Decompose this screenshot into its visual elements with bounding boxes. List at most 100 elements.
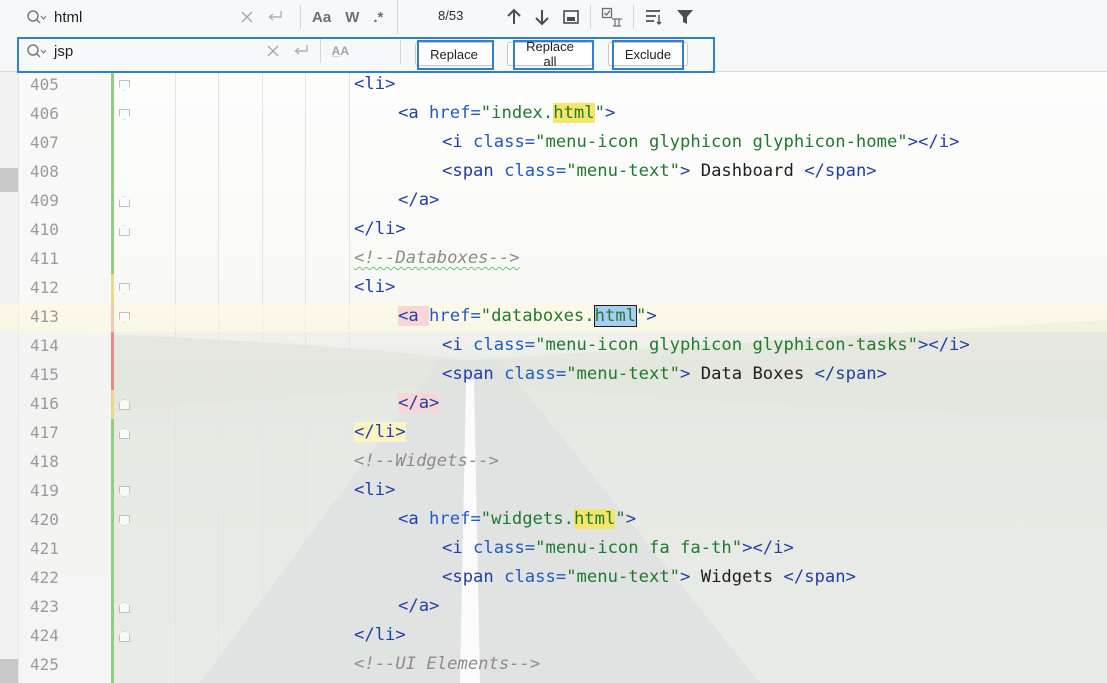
line-number: 414 [30, 336, 59, 355]
exclude-button[interactable]: Exclude [608, 42, 688, 66]
find-navigation [500, 3, 700, 31]
fold-marker-icon[interactable] [119, 428, 130, 439]
tag-token: </span> [783, 567, 856, 587]
code-line-current[interactable]: 413 <a href="databoxes.html"> [0, 303, 1107, 332]
text-token: Widgets [690, 567, 784, 587]
fold-marker-icon[interactable] [119, 515, 130, 526]
separator [633, 5, 634, 29]
fold-marker-icon[interactable] [119, 283, 130, 294]
code-line[interactable]: 422 <span class="menu-text"> Widgets </s… [0, 564, 1107, 593]
search-icon[interactable] [26, 42, 48, 60]
tag-token: ></i> [907, 132, 960, 152]
history-icon[interactable] [267, 10, 283, 24]
code-line[interactable]: 416 </a> [0, 390, 1107, 419]
multiline-icon[interactable] [644, 8, 664, 26]
attr-token: class= [473, 335, 536, 355]
code-line[interactable]: 406 <a href="index.html"> [0, 100, 1107, 129]
tag-token: > [680, 567, 691, 587]
replace-all-button[interactable]: Replace all [507, 39, 593, 69]
fold-marker-icon[interactable] [119, 80, 130, 91]
comment-token: <!--Widgets--> [354, 451, 499, 471]
tag-token: <span [442, 364, 505, 384]
regex-toggle[interactable]: .* [373, 9, 383, 26]
attr-token: class= [504, 567, 567, 587]
string-token: "menu-text" [566, 567, 681, 587]
clear-icon[interactable] [267, 45, 279, 57]
line-number: 421 [30, 539, 59, 558]
code-text: <a href="index.html"> [398, 103, 615, 123]
find-field[interactable]: html [20, 3, 290, 31]
code-line[interactable]: 421 <i class="menu-icon fa fa-th"></i> [0, 535, 1107, 564]
in-selection-icon[interactable] [562, 9, 580, 25]
code-line[interactable]: 412 <li> [0, 274, 1107, 303]
code-line[interactable]: 409 </a> [0, 187, 1107, 216]
tag-token: > [646, 306, 657, 326]
code-line[interactable]: 411 <!--Databoxes--> [0, 245, 1107, 274]
code-text: <!--UI Elements--> [354, 654, 540, 674]
replace-button[interactable]: Replace [415, 42, 493, 66]
code-line[interactable]: 408 <span class="menu-text"> Dashboard <… [0, 158, 1107, 187]
code-line[interactable]: 420 <a href="widgets.html"> [0, 506, 1107, 535]
code-line[interactable]: 410 </li> [0, 216, 1107, 245]
attr-token: class= [473, 538, 536, 558]
match-case-toggle[interactable]: Aa [312, 9, 331, 26]
whole-words-toggle[interactable]: W [345, 9, 359, 26]
arrow-up-icon[interactable] [506, 8, 522, 26]
line-number: 422 [30, 568, 59, 587]
filter-icon[interactable] [676, 8, 694, 26]
arrow-down-icon[interactable] [534, 8, 550, 26]
line-number: 416 [30, 394, 59, 413]
tag-token: </a> [398, 393, 440, 413]
line-number: 419 [30, 481, 59, 500]
attr-token: class= [504, 161, 567, 181]
code-text: <i class="menu-icon glyphicon glyphicon-… [442, 132, 959, 152]
fold-marker-icon[interactable] [119, 486, 130, 497]
search-match[interactable]: html [553, 103, 595, 123]
history-icon[interactable] [293, 44, 309, 58]
match-count: 8/53 [438, 8, 464, 23]
string-token: "databoxes. [480, 306, 595, 326]
code-text: </a> [398, 393, 440, 413]
fold-marker-icon[interactable] [119, 312, 130, 323]
code-line[interactable]: 415 <span class="menu-text"> Data Boxes … [0, 361, 1107, 390]
find-input[interactable]: html [54, 9, 234, 26]
select-all-occurrences-icon[interactable] [601, 7, 623, 27]
search-match[interactable]: html [573, 509, 616, 529]
line-number: 425 [30, 655, 59, 674]
fold-marker-icon[interactable] [119, 225, 130, 236]
fold-marker-icon[interactable] [119, 399, 130, 410]
code-line[interactable]: 424 </li> [0, 622, 1107, 651]
code-line[interactable]: 414 <i class="menu-icon glyphicon glyphi… [0, 332, 1107, 361]
replace-bar: jsp A̲A Replace Replace all Exclude [0, 34, 1107, 72]
line-number: 413 [30, 307, 59, 326]
preserve-case-toggle[interactable]: A̲A [332, 44, 349, 58]
attr-token: href= [429, 509, 481, 529]
code-line[interactable]: 423 </a> [0, 593, 1107, 622]
string-token: "index. [480, 103, 554, 123]
fold-marker-icon[interactable] [119, 109, 130, 120]
code-text: <i class="menu-icon glyphicon glyphicon-… [442, 335, 970, 355]
replace-input[interactable]: jsp [54, 43, 260, 60]
code-line[interactable]: 418 <!--Widgets--> [0, 448, 1107, 477]
code-editor[interactable]: 405 <li> 406 <a href="index.html"> 407 <… [0, 71, 1107, 683]
clear-icon[interactable] [241, 11, 253, 23]
find-bar: html Aa W .* 8/53 [0, 0, 1107, 34]
fold-marker-icon[interactable] [119, 196, 130, 207]
code-text: <span class="menu-text"> Widgets </span> [442, 567, 856, 587]
fold-marker-icon[interactable] [119, 631, 130, 642]
replace-field[interactable]: jsp A̲A [20, 37, 356, 65]
code-line[interactable]: 419 <li> [0, 477, 1107, 506]
current-search-match[interactable]: html [593, 305, 638, 327]
separator [400, 40, 401, 64]
code-line[interactable]: 407 <i class="menu-icon glyphicon glyphi… [0, 129, 1107, 158]
code-line[interactable]: 417 </li> [0, 419, 1107, 448]
text-token: Dashboard [690, 161, 805, 181]
code-text: </li> [354, 219, 406, 239]
tag-token: </span> [804, 161, 877, 181]
search-icon[interactable] [26, 8, 48, 26]
code-line[interactable]: 405 <li> [0, 71, 1107, 100]
separator [300, 5, 301, 29]
line-number: 412 [30, 278, 59, 297]
fold-marker-icon[interactable] [119, 602, 130, 613]
code-line[interactable]: 425 <!--UI Elements--> [0, 651, 1107, 680]
